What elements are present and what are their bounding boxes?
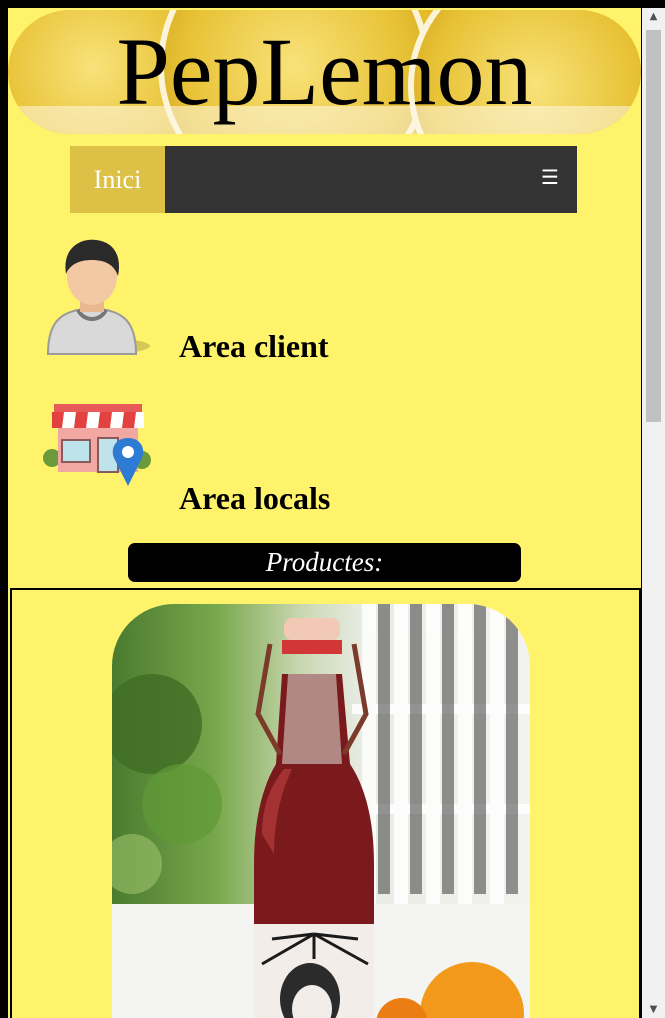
page: PepLemon Inici ☰ Area client Area locals… (8, 8, 641, 1018)
area-locals-link[interactable]: Area locals (179, 480, 330, 517)
hamburger-menu-icon[interactable]: ☰ (541, 166, 559, 188)
scrollbar-thumb[interactable] (646, 30, 661, 422)
navbar: Inici ☰ (70, 146, 577, 213)
scroll-down-arrow-icon[interactable]: ▼ (642, 1001, 665, 1018)
banner: PepLemon (8, 10, 641, 134)
scroll-up-arrow-icon[interactable]: ▲ (642, 8, 665, 25)
nav-home-link[interactable]: Inici (70, 146, 165, 213)
vertical-scrollbar[interactable]: ▲ ▼ (642, 8, 665, 1018)
area-client-link[interactable]: Area client (179, 328, 329, 365)
products-heading: Productes: (128, 543, 521, 582)
product-image[interactable] (112, 604, 530, 1018)
shop-location-icon[interactable] (42, 400, 154, 500)
products-container (10, 588, 641, 1018)
site-title[interactable]: PepLemon (8, 18, 641, 126)
user-avatar-icon[interactable] (40, 234, 152, 360)
